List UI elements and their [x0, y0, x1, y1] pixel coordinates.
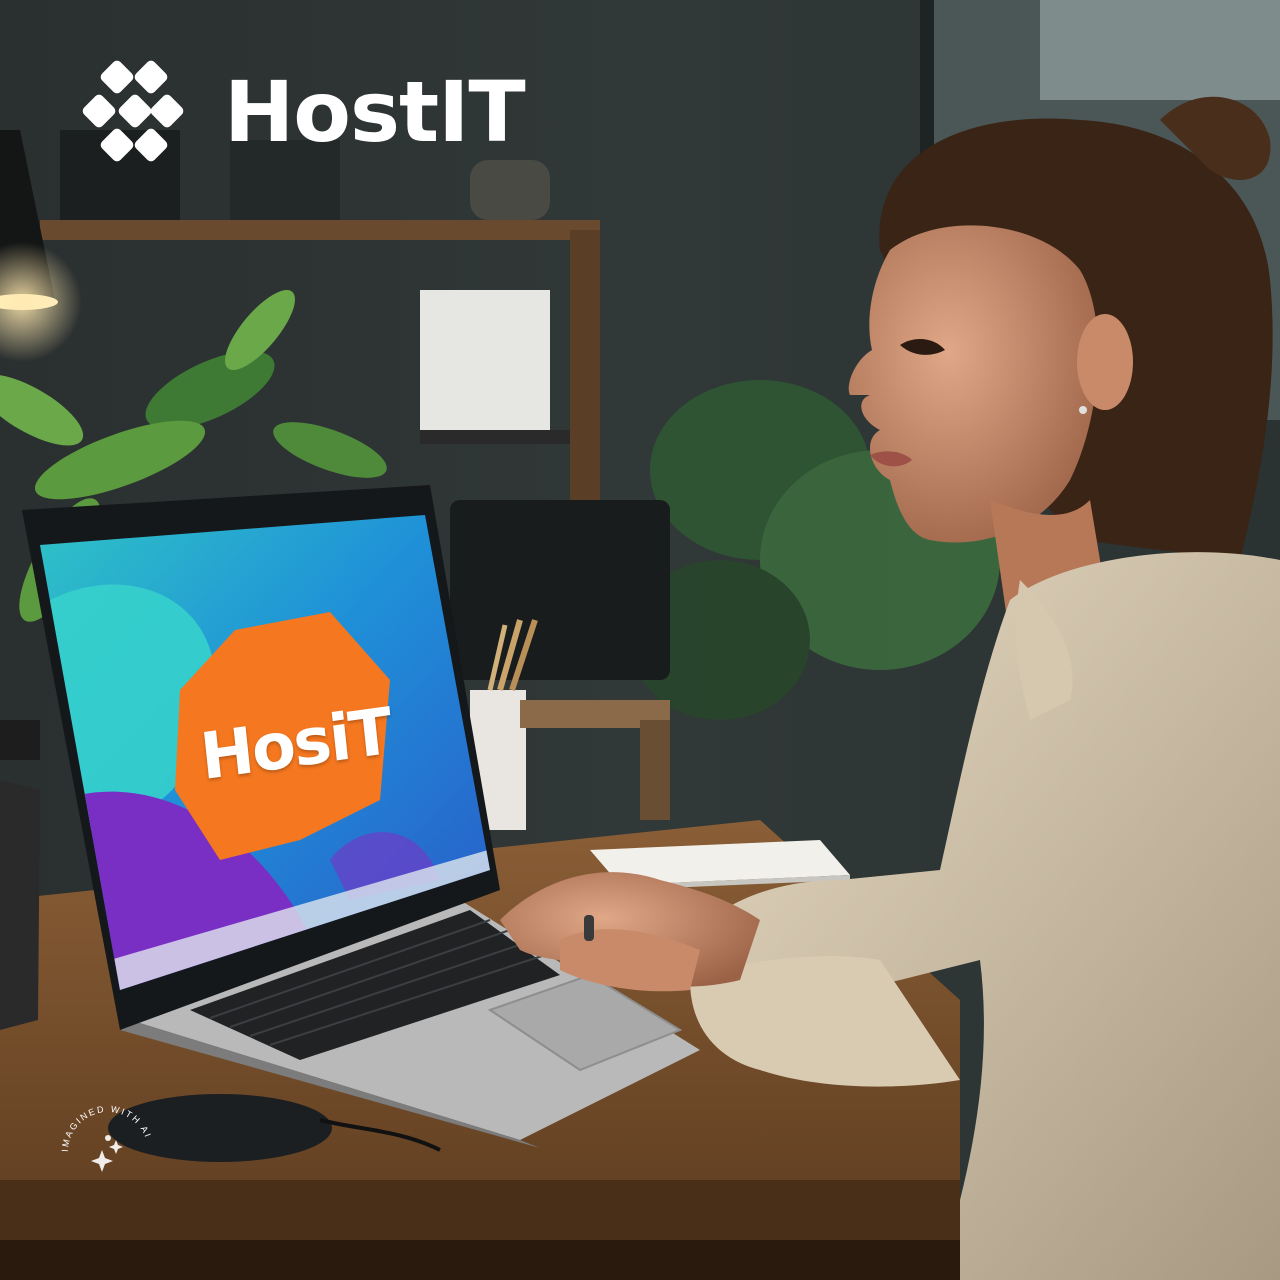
sparkle-icon [91, 1135, 123, 1172]
photo-scene: HostIT HosiT IMAGINED WITH AI [0, 0, 1280, 1280]
brand-header: HostIT [76, 58, 526, 166]
ai-watermark-badge: IMAGINED WITH AI [60, 1104, 154, 1172]
background-photo [0, 0, 1280, 1280]
ai-watermark-text: IMAGINED WITH AI [60, 1104, 154, 1152]
brand-name: HostIT [224, 63, 526, 161]
hostit-logo-icon [82, 60, 184, 162]
